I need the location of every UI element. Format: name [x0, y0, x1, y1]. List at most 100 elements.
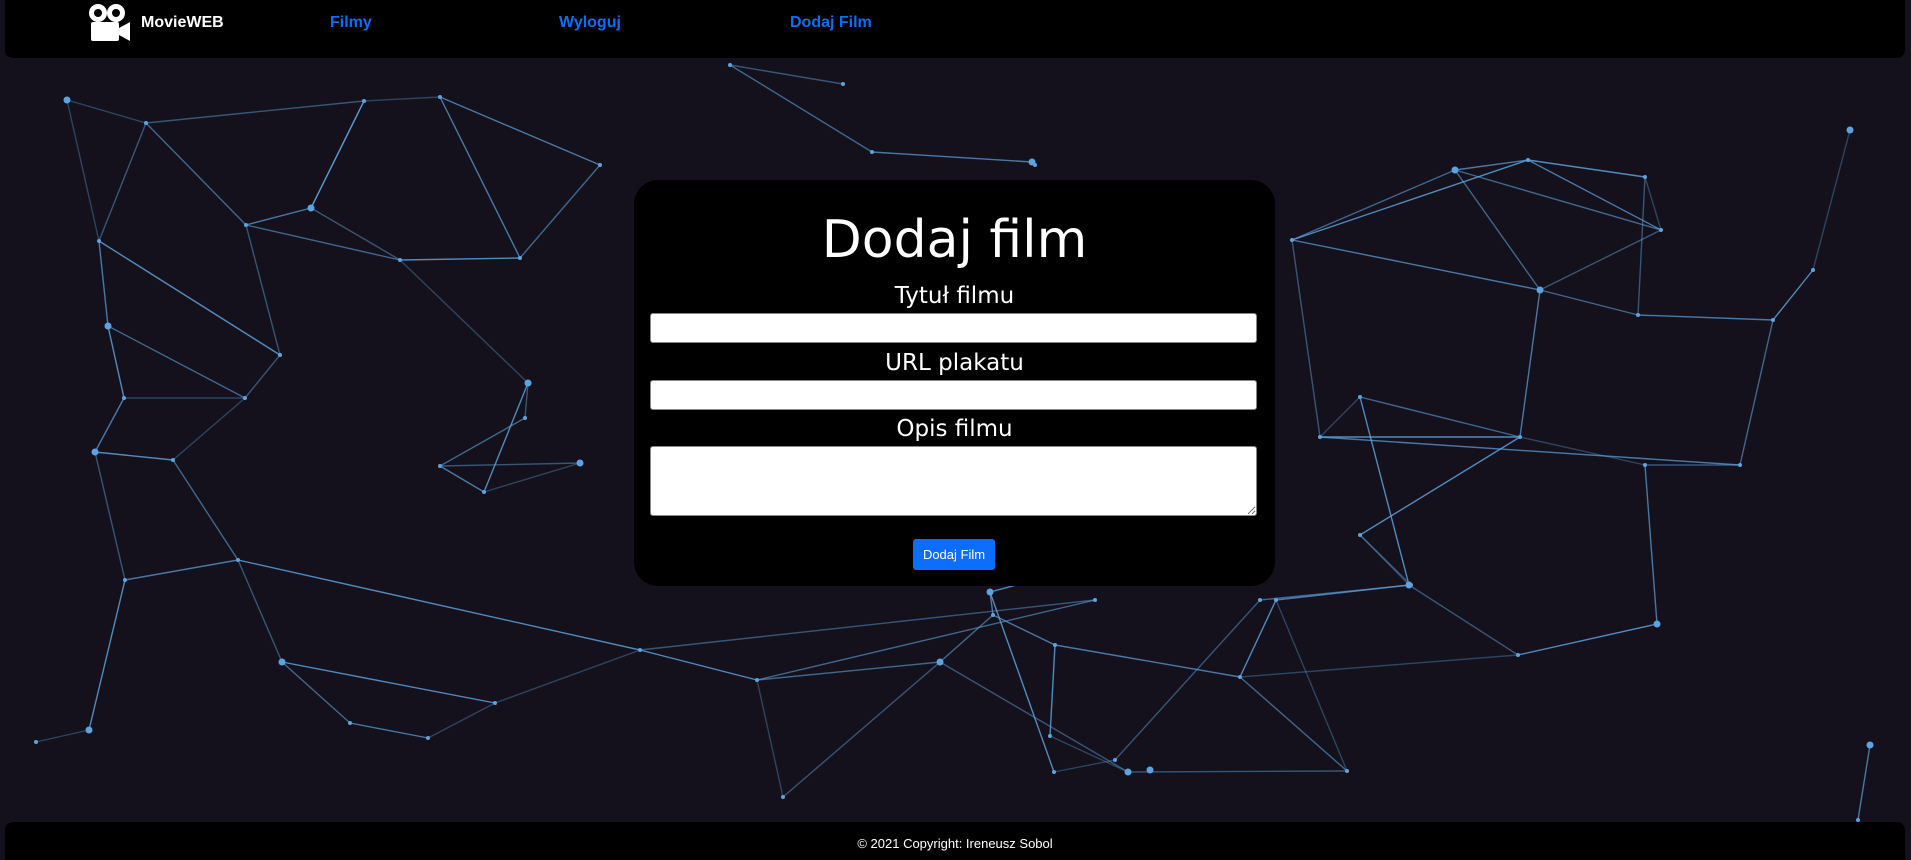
network-line: [1114, 599, 1261, 761]
network-node: [1053, 643, 1057, 647]
network-line: [1239, 676, 1348, 772]
network-line: [1319, 396, 1361, 438]
network-line: [439, 462, 581, 467]
network-node: [1345, 769, 1349, 773]
network-node: [97, 239, 101, 243]
network-node: [1518, 435, 1522, 439]
network-line: [98, 122, 147, 242]
network-node: [936, 658, 944, 666]
network-node: [986, 588, 994, 596]
network-line: [349, 722, 429, 739]
network-node: [493, 701, 497, 705]
network-line: [1454, 159, 1529, 171]
network-node: [638, 648, 642, 652]
network-node: [518, 256, 522, 260]
network-line: [172, 397, 246, 461]
network-line: [992, 614, 1056, 646]
network-line: [439, 417, 526, 467]
network-node: [244, 223, 248, 227]
network-line: [107, 325, 125, 399]
network-node: [781, 795, 785, 799]
network-node: [438, 464, 442, 468]
network-node: [598, 163, 602, 167]
network-line: [281, 661, 496, 704]
network-line: [1291, 159, 1529, 241]
network-line: [756, 661, 941, 681]
network-line: [1291, 239, 1541, 291]
network-line: [363, 96, 441, 102]
network-line: [66, 99, 147, 124]
network-node: [34, 740, 38, 744]
network-node: [104, 322, 112, 330]
network-node: [523, 416, 527, 420]
network-node: [278, 353, 282, 357]
network-node: [1451, 166, 1459, 174]
network-node: [1846, 126, 1854, 134]
network-node: [1526, 158, 1530, 162]
network-line: [98, 240, 109, 327]
network-line: [1739, 319, 1774, 466]
network-line: [871, 151, 1033, 163]
network-line: [1239, 654, 1519, 678]
network-node: [1516, 653, 1520, 657]
network-node: [236, 558, 240, 562]
network-node: [144, 121, 148, 125]
network-node: [870, 150, 874, 154]
network-node: [362, 99, 366, 103]
description-field-label: Opis filmu: [896, 416, 1013, 442]
network-node: [1659, 228, 1663, 232]
nav-link-wyloguj[interactable]: Wyloguj: [559, 14, 621, 32]
network-line: [1644, 464, 1658, 625]
network-line: [1291, 169, 1456, 241]
network-node: [1643, 463, 1647, 467]
add-movie-button[interactable]: Dodaj Film: [913, 539, 995, 570]
network-node: [1358, 533, 1362, 537]
network-line: [1857, 744, 1871, 821]
network-node: [524, 379, 532, 387]
network-line: [1259, 584, 1412, 601]
nav-link-dodaj-film[interactable]: Dodaj Film: [790, 14, 872, 32]
network-line: [483, 462, 581, 493]
network-node: [1653, 620, 1661, 628]
nav-link-filmy[interactable]: Filmy: [330, 14, 372, 32]
network-line: [639, 649, 758, 681]
title-input[interactable]: [650, 313, 1257, 343]
description-textarea[interactable]: [650, 446, 1257, 516]
network-line: [519, 164, 601, 259]
network-node: [398, 258, 402, 262]
network-line: [88, 579, 126, 731]
network-line: [1637, 176, 1646, 316]
network-line: [66, 99, 100, 242]
network-line: [1049, 644, 1056, 737]
network-node: [307, 204, 315, 212]
footer: © 2021 Copyright: Ireneusz Sobol: [5, 822, 1905, 860]
network-line: [172, 459, 239, 561]
network-line: [439, 96, 601, 166]
network-node: [755, 678, 759, 682]
network-line: [245, 224, 401, 261]
network-line: [729, 64, 844, 85]
network-line: [1517, 623, 1658, 656]
brand[interactable]: MovieWEB: [87, 2, 224, 44]
network-line: [98, 240, 281, 356]
network-line: [989, 591, 1055, 773]
network-line: [281, 661, 351, 724]
network-node: [243, 396, 247, 400]
navbar: MovieWEB Filmy Wyloguj Dodaj Film: [5, 0, 1905, 58]
network-node: [728, 63, 732, 67]
network-node: [1093, 598, 1097, 602]
network-line: [1127, 770, 1348, 773]
network-line: [782, 661, 941, 798]
network-line: [1359, 396, 1521, 438]
network-line: [1053, 759, 1116, 773]
poster-url-input[interactable]: [650, 380, 1257, 410]
network-node: [1238, 675, 1242, 679]
network-node: [1643, 175, 1647, 179]
network-node: [426, 736, 430, 740]
network-line: [1644, 176, 1662, 231]
network-line: [310, 207, 401, 261]
network-line: [1319, 436, 1741, 466]
network-line: [1275, 599, 1348, 772]
movie-camera-icon: [89, 4, 130, 41]
network-node: [1536, 286, 1544, 294]
